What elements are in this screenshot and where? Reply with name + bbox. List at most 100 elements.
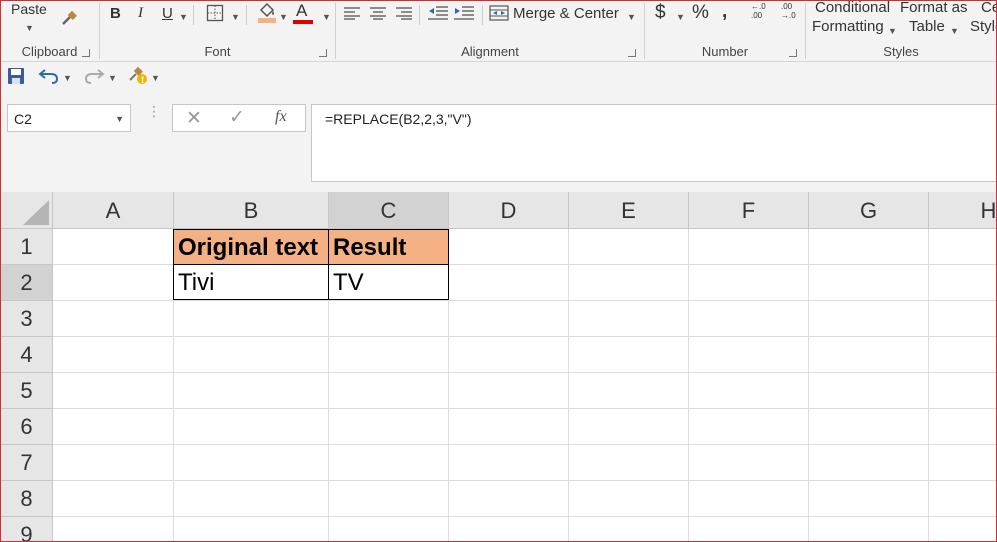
format-as-table-line1: Format as <box>900 1 968 16</box>
gridline <box>53 516 996 517</box>
align-center-icon[interactable] <box>370 6 386 24</box>
font-color-button[interactable]: A <box>293 1 313 24</box>
number-group-label: Number <box>701 44 749 59</box>
alignment-group: Merge & Center ▼ Alignment <box>336 1 644 61</box>
row-header-6[interactable]: 6 <box>1 409 53 445</box>
format-as-table-line2: Table <box>909 18 945 35</box>
alignment-group-label: Alignment <box>461 44 519 59</box>
merge-center-icon[interactable] <box>489 5 509 25</box>
svg-text:!: ! <box>141 76 145 86</box>
formula-bar: C2 ▼ ⋮ ✕ ✓ fx =REPLACE(B2,2,3,"V") <box>1 90 996 192</box>
underline-button[interactable]: U <box>162 5 173 22</box>
column-header-c[interactable]: C <box>329 192 449 229</box>
column-header-a[interactable]: A <box>53 192 174 229</box>
cell-c2[interactable]: TV <box>328 264 449 300</box>
column-header-h[interactable]: H <box>929 192 996 229</box>
gridline <box>928 229 929 541</box>
gridline <box>53 480 996 481</box>
column-header-e[interactable]: E <box>569 192 689 229</box>
conditional-formatting-dropdown: ▼ <box>888 26 897 36</box>
customize-qat-dropdown[interactable]: ▼ <box>151 68 160 85</box>
currency-dropdown[interactable]: ▼ <box>676 7 685 24</box>
merge-center-dropdown[interactable]: ▼ <box>627 7 636 24</box>
fill-color-icon[interactable] <box>256 2 278 28</box>
gridline <box>53 444 996 445</box>
fill-color-dropdown[interactable]: ▼ <box>279 7 288 24</box>
decrease-decimal-button[interactable]: .00 →.0 <box>781 2 801 20</box>
quick-access-toolbar: ▼ ▼ ! ▼ <box>1 62 996 90</box>
save-icon[interactable] <box>7 67 25 89</box>
percent-button[interactable]: % <box>692 2 709 24</box>
cell-c1[interactable]: Result <box>328 229 449 265</box>
cell-b1[interactable]: Original text <box>173 229 329 265</box>
select-all-button[interactable] <box>1 192 53 229</box>
align-left-icon[interactable] <box>344 6 360 24</box>
gridline <box>53 300 996 301</box>
gridline <box>688 229 689 541</box>
font-divider <box>193 5 194 25</box>
comma-style-button[interactable]: , <box>722 1 727 23</box>
font-group: B I U ▼ ▼ ▼ A ▼ Font <box>100 1 335 61</box>
gridline <box>53 336 996 337</box>
row-header-7[interactable]: 7 <box>1 445 53 481</box>
gridline <box>568 229 569 541</box>
format-painter-icon[interactable] <box>59 9 79 33</box>
enter-icon[interactable]: ✓ <box>229 106 245 129</box>
increase-indent-icon[interactable] <box>454 5 474 25</box>
undo-dropdown[interactable]: ▼ <box>63 68 72 85</box>
number-group: $ ▼ % , ←.0 .00 .00 →.0 Number <box>645 1 805 61</box>
cancel-icon[interactable]: ✕ <box>186 107 202 130</box>
font-group-label: Font <box>204 44 231 59</box>
styles-group: Conditional Formatting ▼ Format as Table… <box>806 1 996 61</box>
ribbon: Paste ▼ Clipboard B I U ▼ ▼ ▼ A ▼ Font M… <box>1 1 996 62</box>
row-header-5[interactable]: 5 <box>1 373 53 409</box>
redo-dropdown[interactable]: ▼ <box>108 68 117 85</box>
row-header-9[interactable]: 9 <box>1 517 53 541</box>
name-box-dropdown-icon[interactable]: ▼ <box>115 114 124 124</box>
bold-button[interactable]: B <box>110 5 121 22</box>
align-right-icon[interactable] <box>396 6 412 24</box>
conditional-formatting-line1: Conditional <box>815 1 891 16</box>
alignment-dialog-launcher[interactable] <box>628 49 636 57</box>
styles-group-label: Styles <box>883 44 919 59</box>
borders-icon[interactable] <box>206 4 224 26</box>
currency-button[interactable]: $ <box>655 2 666 24</box>
column-header-d[interactable]: D <box>449 192 569 229</box>
paste-button[interactable]: Paste <box>11 1 47 17</box>
row-header-4[interactable]: 4 <box>1 337 53 373</box>
font-dialog-launcher[interactable] <box>319 49 327 57</box>
underline-dropdown[interactable]: ▼ <box>179 7 188 24</box>
column-header-b[interactable]: B <box>174 192 329 229</box>
cell-b2[interactable]: Tivi <box>173 264 329 300</box>
merge-center-button[interactable]: Merge & Center <box>513 5 619 22</box>
font-color-dropdown[interactable]: ▼ <box>322 7 331 24</box>
cell-styles-line2: Style <box>970 18 996 35</box>
row-header-1[interactable]: 1 <box>1 229 53 265</box>
clipboard-group: Paste ▼ Clipboard <box>1 1 98 61</box>
row-header-3[interactable]: 3 <box>1 301 53 337</box>
number-dialog-launcher[interactable] <box>789 49 797 57</box>
formula-bar-grip-icon: ⋮ <box>147 103 161 119</box>
formula-input[interactable]: =REPLACE(B2,2,3,"V") <box>311 104 996 182</box>
decrease-indent-icon[interactable] <box>428 5 448 25</box>
increase-decimal-button[interactable]: ←.0 .00 <box>751 2 771 20</box>
gridline <box>808 229 809 541</box>
redo-icon[interactable] <box>83 67 105 89</box>
font-color-letter: A <box>296 1 308 20</box>
column-header-f[interactable]: F <box>689 192 809 229</box>
formula-text: =REPLACE(B2,2,3,"V") <box>325 111 472 127</box>
undo-icon[interactable] <box>38 67 60 89</box>
insert-function-button[interactable]: fx <box>275 108 287 126</box>
formula-buttons: ✕ ✓ fx <box>172 104 306 132</box>
borders-dropdown[interactable]: ▼ <box>231 7 240 24</box>
row-header-8[interactable]: 8 <box>1 481 53 517</box>
quick-format-painter-icon[interactable]: ! <box>127 66 149 90</box>
column-header-g[interactable]: G <box>809 192 929 229</box>
format-as-table-dropdown: ▼ <box>950 26 959 36</box>
gridline <box>53 408 996 409</box>
row-header-2[interactable]: 2 <box>1 265 53 301</box>
italic-button[interactable]: I <box>138 5 143 22</box>
clipboard-dialog-launcher[interactable] <box>82 49 90 57</box>
paste-dropdown-caret[interactable]: ▼ <box>25 18 34 35</box>
name-box[interactable]: C2 ▼ <box>7 104 131 132</box>
